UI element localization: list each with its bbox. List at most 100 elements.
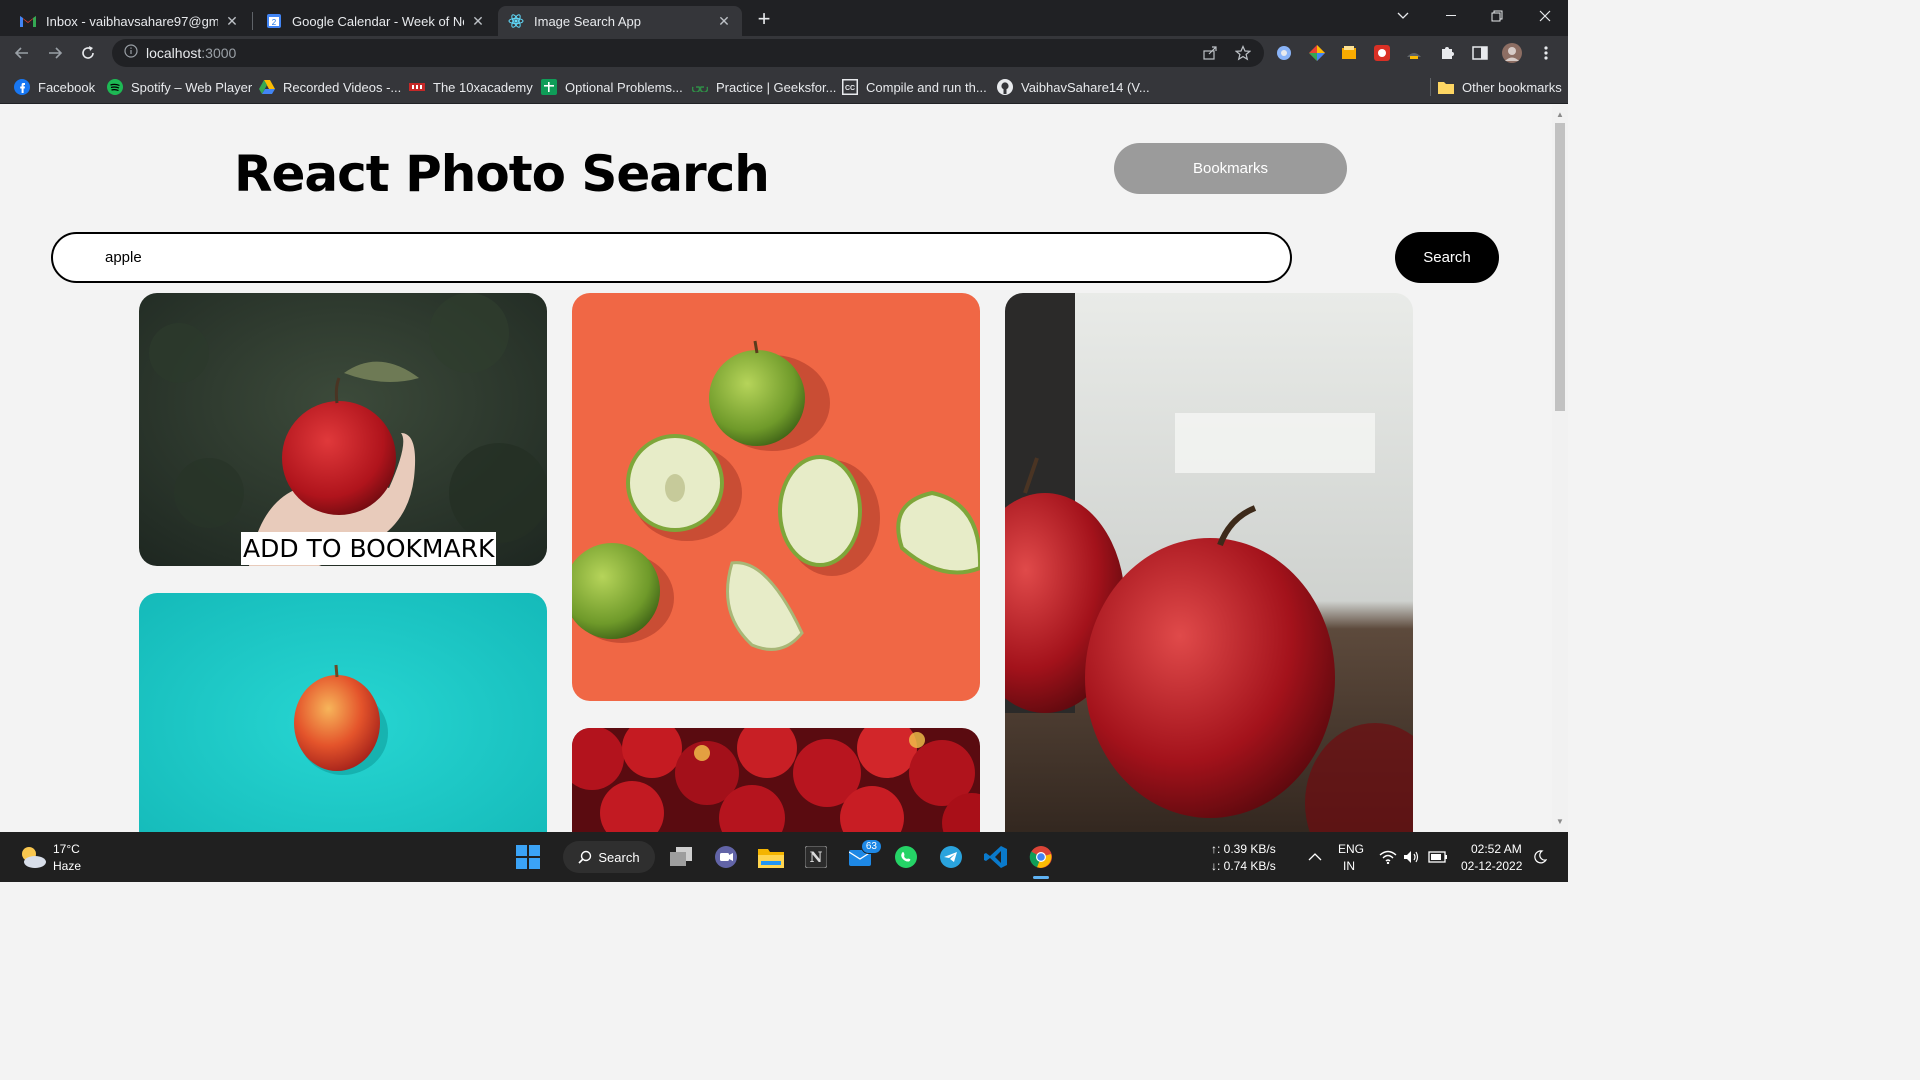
scroll-up-icon[interactable]: ▲: [1556, 111, 1564, 119]
10x-icon: [409, 79, 425, 95]
input-language[interactable]: ENG: [1338, 842, 1364, 856]
folder-icon: [1438, 79, 1454, 95]
bookmark-compile-and-run[interactable]: CC Compile and run th...: [842, 78, 987, 96]
calendar-icon: 2: [266, 13, 282, 29]
browser-toolbar: localhost:3000: [0, 36, 1568, 70]
tab-gmail[interactable]: Inbox - vaibhavsahare97@gmail. ✕: [10, 6, 250, 36]
other-bookmarks[interactable]: Other bookmarks: [1438, 78, 1562, 96]
gmail-icon: [20, 13, 36, 29]
tab-title: Google Calendar - Week of Nove: [292, 13, 464, 29]
extensions-puzzle-icon[interactable]: [1437, 43, 1457, 63]
bookmark-spotify[interactable]: Spotify – Web Player: [107, 78, 252, 96]
chevron-up-icon[interactable]: [1300, 844, 1330, 870]
wifi-icon[interactable]: [1378, 847, 1398, 867]
share-icon[interactable]: [1200, 43, 1220, 63]
close-icon[interactable]: ✕: [224, 13, 240, 29]
teams-chat-icon[interactable]: [710, 841, 742, 873]
close-icon[interactable]: ✕: [470, 13, 486, 29]
scrollbar-thumb[interactable]: [1555, 123, 1565, 411]
bookmark-label: Facebook: [38, 79, 96, 95]
weather-desc: Haze: [53, 859, 82, 873]
file-explorer-icon[interactable]: [755, 841, 787, 873]
volume-icon[interactable]: [1402, 847, 1422, 867]
photo-apple-pile: [572, 728, 980, 832]
extension-lens-icon[interactable]: [1274, 43, 1294, 63]
url-host: localhost: [146, 45, 202, 61]
close-window-icon[interactable]: [1522, 0, 1568, 32]
whatsapp-icon[interactable]: [890, 841, 922, 873]
other-bookmarks-label: Other bookmarks: [1462, 79, 1562, 95]
page-title: React Photo Search: [234, 145, 770, 203]
photo-apple-on-teal: [139, 593, 547, 832]
restore-icon[interactable]: [1474, 0, 1520, 32]
site-info-icon[interactable]: [124, 43, 138, 63]
bookmarks-button[interactable]: Bookmarks: [1114, 143, 1347, 194]
minimize-icon[interactable]: [1428, 0, 1474, 32]
extension-dark-icon[interactable]: [1404, 43, 1424, 63]
close-icon[interactable]: ✕: [716, 13, 732, 29]
weather-icon[interactable]: [16, 841, 48, 873]
svg-text:N: N: [810, 850, 823, 866]
forward-arrow-icon[interactable]: [43, 41, 67, 65]
back-arrow-icon[interactable]: [10, 41, 34, 65]
search-button[interactable]: Search: [1395, 232, 1499, 283]
tab-divider: [252, 12, 253, 30]
bookmark-facebook[interactable]: Facebook: [14, 78, 95, 96]
tab-image-search-app[interactable]: Image Search App ✕: [498, 6, 742, 36]
mail-icon[interactable]: 63: [846, 839, 882, 873]
photo-card[interactable]: [139, 593, 547, 832]
bookmark-label: VaibhavSahare14 (V...: [1021, 79, 1150, 95]
profile-avatar[interactable]: [1502, 43, 1522, 63]
search-icon: [578, 850, 592, 864]
tab-search-chevron-icon[interactable]: [1380, 0, 1426, 32]
bookmark-github[interactable]: VaibhavSahare14 (V...: [997, 78, 1150, 96]
clock-date[interactable]: 02-12-2022: [1461, 859, 1522, 873]
scroll-down-icon[interactable]: ▼: [1556, 818, 1564, 826]
telegram-icon[interactable]: [935, 841, 967, 873]
bookmark-label: Recorded Videos -...: [283, 79, 402, 95]
extension-red-icon[interactable]: [1372, 43, 1392, 63]
chrome-icon[interactable]: [1025, 841, 1057, 879]
taskbar-search[interactable]: Search: [563, 841, 655, 873]
search-input[interactable]: [51, 232, 1292, 283]
url-port: :3000: [201, 45, 237, 61]
battery-icon[interactable]: [1427, 847, 1449, 867]
page-scrollbar[interactable]: ▲ ▼: [1552, 105, 1568, 832]
windows-taskbar: 17°C Haze Search N 63 ↑: 0.39 KB/s ↓: 0.…: [0, 832, 1568, 882]
taskbar-search-label: Search: [598, 849, 640, 865]
notion-icon[interactable]: N: [800, 841, 832, 873]
new-tab-button[interactable]: +: [752, 6, 776, 31]
bookmark-recorded-videos[interactable]: Recorded Videos -...: [259, 78, 401, 96]
bookmarks-bar: Facebook Spotify – Web Player Recorded V…: [0, 70, 1568, 104]
vscode-icon[interactable]: [980, 841, 1012, 873]
focus-moon-icon[interactable]: [1530, 847, 1550, 867]
bookmark-optional-problems[interactable]: Optional Problems...: [541, 78, 683, 96]
address-bar[interactable]: localhost:3000: [112, 39, 1264, 67]
net-download-speed: ↓: 0.74 KB/s: [1211, 859, 1276, 873]
tab-calendar[interactable]: 2 Google Calendar - Week of Nove ✕: [256, 6, 496, 36]
extension-color-icon[interactable]: [1307, 43, 1327, 63]
sheets-icon: [541, 79, 557, 95]
kebab-menu-icon[interactable]: [1536, 43, 1556, 63]
clock-time[interactable]: 02:52 AM: [1471, 842, 1522, 856]
net-upload-speed: ↑: 0.39 KB/s: [1211, 842, 1276, 856]
photo-hand-holding-apple: [139, 293, 547, 566]
side-panel-icon[interactable]: [1470, 43, 1490, 63]
bookmark-10xacademy[interactable]: The 10xacademy: [409, 78, 533, 96]
url-text: localhost:3000: [146, 45, 236, 61]
app-page: React Photo Search Bookmarks Search ADD …: [0, 105, 1552, 832]
drive-icon: [259, 79, 275, 95]
add-to-bookmark-button[interactable]: ADD TO BOOKMARK: [241, 532, 497, 565]
extension-notes-icon[interactable]: [1339, 43, 1359, 63]
photo-card[interactable]: [1005, 293, 1413, 832]
photo-card[interactable]: [572, 728, 980, 832]
photo-card[interactable]: ADD TO BOOKMARK: [139, 293, 547, 566]
star-bookmark-icon[interactable]: [1233, 43, 1253, 63]
task-view-icon[interactable]: [666, 841, 698, 873]
windows-start-icon[interactable]: [512, 841, 544, 873]
bookmarks-divider: [1430, 78, 1431, 96]
photo-card[interactable]: [572, 293, 980, 701]
reload-icon[interactable]: [76, 41, 100, 65]
bookmark-geeksforgeeks[interactable]: Practice | Geeksfor...: [692, 78, 836, 96]
bookmark-label: The 10xacademy: [433, 79, 533, 95]
